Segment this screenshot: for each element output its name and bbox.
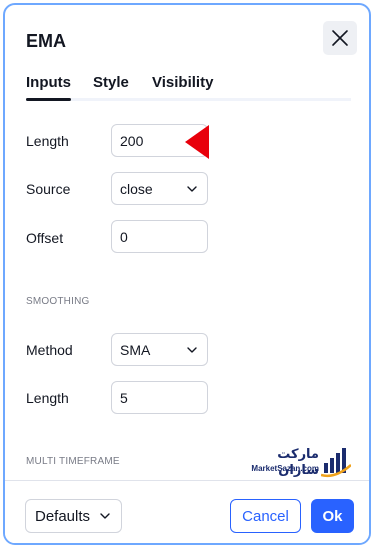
chevron-down-icon bbox=[187, 346, 197, 353]
length-label: Length bbox=[26, 133, 69, 149]
defaults-label: Defaults bbox=[35, 507, 91, 525]
offset-input[interactable]: 0 bbox=[111, 220, 208, 253]
marketsazan-logo: مارکت سازان MarketSazan.com bbox=[241, 445, 351, 479]
logo-name-en: MarketSazan.com bbox=[251, 464, 319, 473]
red-triangle-pointer-icon bbox=[185, 125, 209, 159]
bar-chart-logo-icon bbox=[321, 448, 351, 478]
close-button[interactable] bbox=[323, 21, 357, 55]
method-label: Method bbox=[26, 342, 73, 358]
indicator-settings-dialog: EMA Inputs Style Visibility Length 200 S… bbox=[3, 3, 371, 545]
smoothing-length-value: 5 bbox=[120, 389, 128, 406]
source-value: close bbox=[120, 180, 153, 197]
smoothing-section-title: SMOOTHING bbox=[26, 296, 90, 307]
tab-visibility[interactable]: Visibility bbox=[152, 74, 213, 91]
dialog-footer: Defaults Cancel Ok bbox=[5, 480, 369, 543]
offset-value: 0 bbox=[120, 228, 128, 245]
smoothing-length-input[interactable]: 5 bbox=[111, 381, 208, 414]
source-label: Source bbox=[26, 181, 71, 197]
tab-style[interactable]: Style bbox=[93, 74, 129, 91]
defaults-dropdown[interactable]: Defaults bbox=[25, 499, 122, 533]
tab-inputs[interactable]: Inputs bbox=[26, 74, 71, 101]
offset-label: Offset bbox=[26, 230, 64, 246]
logo-name-fa: مارکت سازان bbox=[277, 446, 319, 477]
cancel-button[interactable]: Cancel bbox=[230, 499, 301, 533]
smoothing-length-label: Length bbox=[26, 390, 69, 406]
close-icon bbox=[332, 30, 348, 46]
tab-bar: Inputs Style Visibility bbox=[26, 71, 351, 101]
multi-timeframe-section-title: MULTI TIMEFRAME bbox=[26, 456, 120, 467]
method-select[interactable]: SMA bbox=[111, 333, 208, 366]
chevron-down-icon bbox=[100, 513, 110, 519]
method-value: SMA bbox=[120, 341, 151, 358]
length-value: 200 bbox=[120, 132, 144, 149]
dialog-title: EMA bbox=[26, 31, 66, 51]
ok-button[interactable]: Ok bbox=[311, 499, 354, 533]
source-select[interactable]: close bbox=[111, 172, 208, 205]
chevron-down-icon bbox=[187, 185, 197, 192]
